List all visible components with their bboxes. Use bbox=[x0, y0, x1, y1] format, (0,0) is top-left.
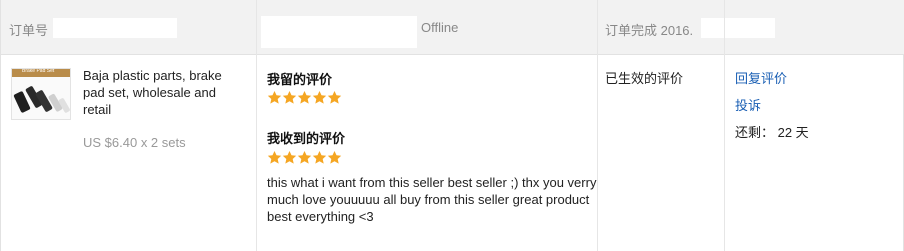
star-icon bbox=[267, 90, 282, 104]
star-icon bbox=[267, 150, 282, 164]
star-icon bbox=[312, 90, 327, 104]
column-divider bbox=[256, 0, 257, 251]
reply-review-link[interactable]: 回复评价 bbox=[735, 68, 787, 87]
received-rating-stars bbox=[267, 150, 342, 166]
star-icon bbox=[297, 150, 312, 164]
brake-pad-parts-image bbox=[13, 86, 70, 113]
product-name[interactable]: Baja plastic parts, brake pad set, whole… bbox=[83, 67, 243, 118]
received-review-label: 我收到的评价 bbox=[267, 131, 346, 146]
redacted-order-number bbox=[53, 18, 177, 38]
order-feedback-table: 订单号 Offline 订单完成 2016. Brake Pad Set Baj… bbox=[0, 0, 904, 251]
remaining-days: 还剩： 22 天 bbox=[735, 125, 809, 140]
column-divider bbox=[724, 0, 725, 251]
seller-status-offline: Offline bbox=[421, 20, 459, 35]
redacted-completion-date bbox=[701, 18, 775, 38]
my-rating-stars bbox=[267, 90, 342, 106]
column-divider bbox=[597, 0, 598, 251]
star-icon bbox=[282, 150, 297, 164]
star-icon bbox=[282, 90, 297, 104]
complain-link[interactable]: 投诉 bbox=[735, 95, 761, 114]
thumbnail-caption: Brake Pad Set bbox=[22, 68, 55, 74]
redacted-seller-name bbox=[261, 16, 417, 48]
star-icon bbox=[312, 150, 327, 164]
order-header-row: 订单号 Offline 订单完成 2016. bbox=[1, 0, 904, 55]
received-review-comment: this what i want from this seller best s… bbox=[267, 175, 597, 224]
star-icon bbox=[327, 90, 342, 104]
review-status: 已生效的评价 bbox=[605, 71, 684, 86]
order-complete-label: 订单完成 2016. bbox=[605, 23, 694, 38]
star-icon bbox=[327, 150, 342, 164]
product-thumbnail[interactable]: Brake Pad Set bbox=[11, 68, 71, 120]
product-price-quantity: US $6.40 x 2 sets bbox=[83, 135, 186, 150]
star-icon bbox=[297, 90, 312, 104]
my-review-label: 我留的评价 bbox=[267, 72, 333, 87]
order-number-label: 订单号 bbox=[9, 23, 49, 38]
